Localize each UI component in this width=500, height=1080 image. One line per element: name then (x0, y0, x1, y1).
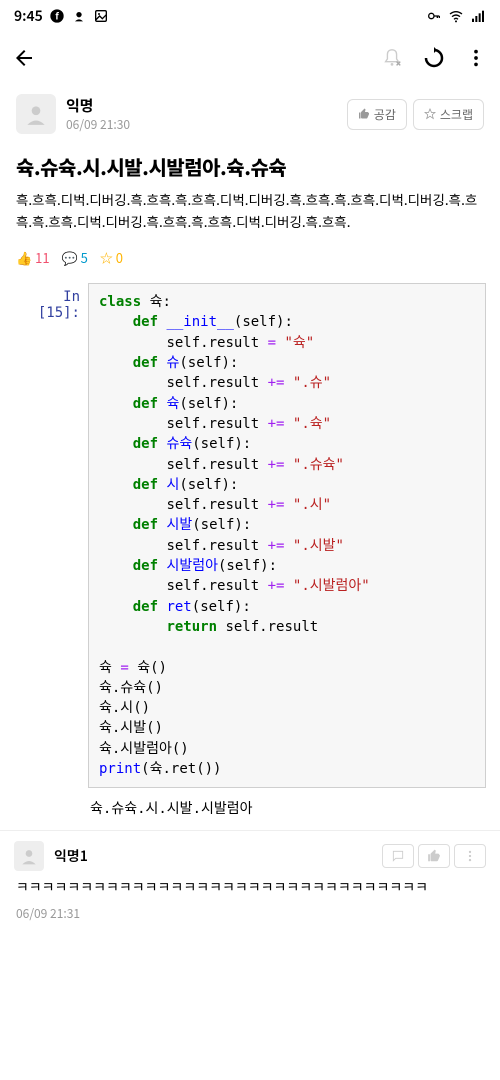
comment-body: ㅋㅋㅋㅋㅋㅋㅋㅋㅋㅋㅋㅋㅋㅋㅋㅋㅋㅋㅋㅋㅋㅋㅋㅋㅋㅋㅋㅋㅋㅋㅋㅋ (0, 875, 500, 899)
code-prompt: In [15]: (14, 283, 88, 788)
refresh-icon[interactable] (422, 46, 446, 70)
avatar (16, 94, 56, 134)
post-stats: 👍 11 💬 5 ☆ 0 (0, 242, 500, 279)
scrap-button[interactable]: 스크랩 (413, 99, 484, 130)
code-block: In [15]: class 슉: def __init__(self): se… (14, 283, 486, 788)
facebook-icon: f (49, 8, 65, 24)
comment-row: 익명1 (0, 831, 500, 875)
post-body: 흑.흐흑.디벅.디버깅.흑.흐흑.흑.흐흑.디벅.디버깅.흑.흐흑.흑.흐흑.디… (0, 187, 500, 242)
notification-off-icon[interactable] (380, 46, 404, 70)
svg-text:f: f (55, 8, 59, 22)
wifi-icon (448, 8, 464, 24)
more-icon (463, 849, 477, 863)
stat-like: 👍 11 (16, 248, 50, 267)
comment-date: 06/09 21:31 (0, 899, 500, 928)
post-date: 06/09 21:30 (66, 116, 337, 133)
app-icon (71, 8, 87, 24)
like-comment-button[interactable] (418, 844, 450, 868)
speech-icon (391, 849, 405, 863)
like-label: 공감 (374, 106, 396, 123)
star-icon (424, 108, 436, 120)
code-cell: class 슉: def __init__(self): self.result… (88, 283, 486, 788)
comment-author: 익명1 (54, 846, 372, 866)
back-icon[interactable] (12, 46, 36, 70)
stat-star: ☆ 0 (100, 248, 123, 267)
comment-more-button[interactable] (454, 844, 486, 868)
post-header: 익명 06/09 21:30 공감 스크랩 (0, 84, 500, 144)
stat-comment: 💬 5 (62, 248, 88, 267)
key-icon (426, 8, 442, 24)
nav-bar (0, 32, 500, 84)
code-output: 슉.슈슉.시.시발.시발럼아 (90, 798, 486, 818)
gallery-icon (93, 8, 109, 24)
post-title: 슉.슈슉.시.시발.시발럼아.슉.슈슉 (0, 144, 500, 187)
post-author: 익명 (66, 95, 337, 116)
reply-button[interactable] (382, 844, 414, 868)
signal-icon (470, 8, 486, 24)
like-button[interactable]: 공감 (347, 99, 407, 130)
thumbs-up-icon (358, 108, 370, 120)
status-time: 9:45 (14, 6, 43, 26)
scrap-label: 스크랩 (440, 106, 473, 123)
status-bar: 9:45 f (0, 0, 500, 32)
more-icon[interactable] (464, 46, 488, 70)
comment-avatar (14, 841, 44, 871)
thumbs-up-icon (427, 849, 441, 863)
